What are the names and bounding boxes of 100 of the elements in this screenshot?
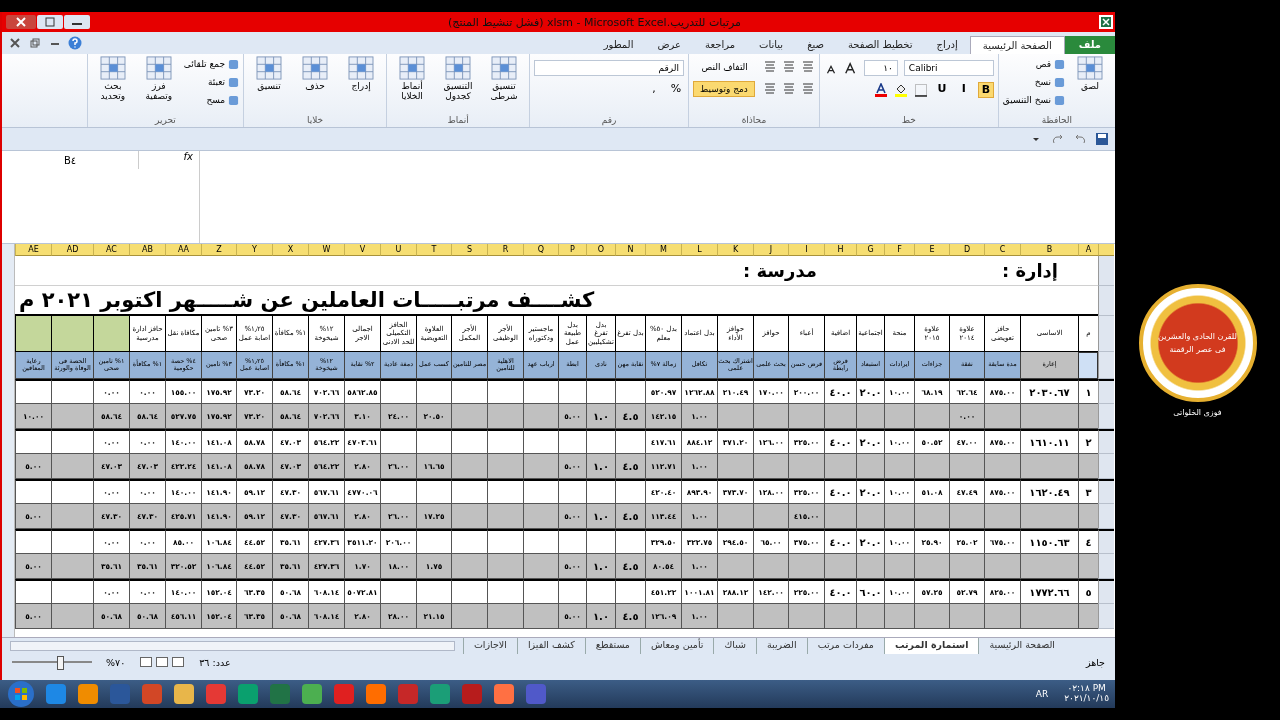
horizontal-scrollbar[interactable] bbox=[10, 641, 455, 651]
style-button[interactable]: B bbox=[977, 82, 994, 98]
column-header[interactable]: O bbox=[586, 244, 615, 256]
column-header[interactable]: N bbox=[615, 244, 645, 256]
toggle-button[interactable]: التفاف النص bbox=[693, 59, 755, 75]
ribbon-button[interactable]: نسخ التنسيق bbox=[1002, 92, 1065, 108]
row-header[interactable] bbox=[1098, 429, 1114, 454]
ribbon-tab[interactable]: عرض bbox=[645, 36, 694, 54]
row-header[interactable] bbox=[1098, 529, 1114, 554]
app-icon[interactable] bbox=[172, 682, 196, 706]
column-header[interactable]: C bbox=[984, 244, 1020, 256]
align-icon[interactable] bbox=[800, 59, 815, 73]
zoom-slider-thumb[interactable] bbox=[57, 656, 64, 670]
number-button[interactable]: % bbox=[668, 82, 685, 95]
help-icon[interactable] bbox=[68, 36, 82, 50]
ribbon-button[interactable]: إدراج bbox=[340, 56, 383, 92]
column-header[interactable]: M bbox=[645, 244, 681, 256]
ribbon-button[interactable]: حذف bbox=[294, 56, 337, 92]
column-header[interactable]: AB bbox=[129, 244, 165, 256]
column-header[interactable]: V bbox=[344, 244, 380, 256]
ribbon-tab[interactable]: تخطيط الصفحة bbox=[836, 36, 925, 54]
align-icon[interactable] bbox=[762, 59, 777, 73]
column-header[interactable]: H bbox=[824, 244, 856, 256]
start-button[interactable] bbox=[6, 679, 36, 709]
minimize-icon[interactable] bbox=[64, 15, 90, 29]
column-header[interactable]: P bbox=[558, 244, 586, 256]
restore-icon[interactable] bbox=[28, 36, 42, 50]
ribbon-button[interactable]: جمع تلقائى bbox=[183, 56, 240, 72]
app-icon[interactable] bbox=[492, 682, 516, 706]
column-header[interactable]: R bbox=[487, 244, 523, 256]
font-size-field[interactable]: ١٠ bbox=[863, 60, 898, 76]
align-icon[interactable] bbox=[781, 81, 796, 95]
ribbon-tab[interactable]: بيانات bbox=[747, 36, 796, 54]
redo-icon[interactable] bbox=[1051, 132, 1065, 146]
view-icon[interactable] bbox=[171, 655, 186, 669]
column-header[interactable]: F bbox=[884, 244, 914, 256]
app-icon[interactable] bbox=[300, 682, 324, 706]
number-button[interactable]: , bbox=[646, 82, 663, 95]
ribbon-button[interactable]: فرز وتصفية bbox=[137, 56, 180, 102]
ribbon-button[interactable]: أنماط الخلايا bbox=[391, 56, 434, 102]
style-button[interactable]: I bbox=[955, 82, 972, 98]
column-header[interactable]: A bbox=[1078, 244, 1098, 256]
ribbon-tab[interactable]: مراجعة bbox=[693, 36, 748, 54]
app-icon[interactable] bbox=[140, 682, 164, 706]
column-header[interactable]: AA bbox=[165, 244, 201, 256]
ribbon-tab[interactable]: المطور bbox=[591, 36, 646, 54]
row-header[interactable] bbox=[1098, 479, 1114, 504]
language-indicator[interactable]: AR bbox=[1035, 689, 1049, 699]
font-field[interactable]: Calibri bbox=[903, 60, 994, 76]
app-icon[interactable] bbox=[236, 682, 260, 706]
borders-icon[interactable] bbox=[913, 83, 928, 97]
fill-bucket-icon[interactable] bbox=[893, 83, 908, 97]
column-header[interactable]: AC bbox=[93, 244, 129, 256]
ribbon-tab[interactable]: إدراج bbox=[924, 36, 970, 54]
toggle-button[interactable]: دمج وتوسيط bbox=[693, 81, 755, 97]
column-header[interactable]: AE bbox=[15, 244, 51, 256]
font-color-icon[interactable] bbox=[873, 83, 888, 97]
app-icon[interactable] bbox=[76, 682, 100, 706]
app-icon[interactable] bbox=[204, 682, 228, 706]
sheet-tab[interactable]: استمارة المرتب bbox=[883, 638, 979, 654]
column-header[interactable]: Q bbox=[523, 244, 558, 256]
ribbon-button[interactable]: بحث وتحديد bbox=[91, 56, 134, 102]
zoom-level[interactable]: ٧٠% bbox=[106, 656, 126, 668]
style-button[interactable]: U bbox=[933, 82, 950, 98]
ribbon-tab[interactable]: الصفحة الرئيسية bbox=[969, 36, 1065, 54]
select-all-corner[interactable] bbox=[1098, 244, 1114, 256]
ribbon-button[interactable]: قص bbox=[1002, 56, 1065, 72]
column-header[interactable]: T bbox=[416, 244, 451, 256]
ribbon-button[interactable]: لصق bbox=[1069, 56, 1111, 92]
function-label[interactable]: fx bbox=[139, 151, 199, 169]
column-header[interactable]: E bbox=[914, 244, 949, 256]
view-icon[interactable] bbox=[139, 655, 154, 669]
column-header[interactable]: B bbox=[1020, 244, 1078, 256]
ribbon-button[interactable]: تنسيق bbox=[248, 56, 291, 92]
column-header[interactable]: S bbox=[451, 244, 487, 256]
save-icon[interactable] bbox=[1095, 132, 1109, 146]
undo-icon[interactable] bbox=[1073, 132, 1087, 146]
grow-font-icon[interactable] bbox=[843, 61, 858, 75]
ribbon-button[interactable]: مسح bbox=[183, 92, 240, 108]
ribbon-button[interactable]: التنسيق كجدول bbox=[437, 56, 480, 102]
ribbon-tab[interactable]: ملف bbox=[1064, 36, 1115, 54]
ribbon-tab[interactable]: صيغ bbox=[795, 36, 836, 54]
close-icon[interactable] bbox=[6, 15, 36, 29]
align-icon[interactable] bbox=[762, 81, 777, 95]
ribbon-button[interactable]: تعبئة bbox=[183, 74, 240, 90]
app-icon[interactable] bbox=[428, 682, 452, 706]
align-icon[interactable] bbox=[800, 81, 815, 95]
column-header[interactable]: L bbox=[681, 244, 717, 256]
app-icon[interactable] bbox=[44, 682, 68, 706]
vertical-scrollbar[interactable] bbox=[2, 244, 15, 637]
row-header[interactable] bbox=[1098, 579, 1114, 604]
column-header[interactable]: K bbox=[717, 244, 753, 256]
name-box[interactable]: B٤ bbox=[2, 151, 139, 169]
close-icon[interactable] bbox=[8, 36, 22, 50]
ribbon-button[interactable]: نسخ bbox=[1002, 74, 1065, 90]
column-header[interactable]: Z bbox=[201, 244, 236, 256]
row-header[interactable] bbox=[1098, 379, 1114, 404]
column-header[interactable]: AD bbox=[51, 244, 93, 256]
column-header[interactable]: Y bbox=[236, 244, 272, 256]
column-header[interactable]: D bbox=[949, 244, 984, 256]
